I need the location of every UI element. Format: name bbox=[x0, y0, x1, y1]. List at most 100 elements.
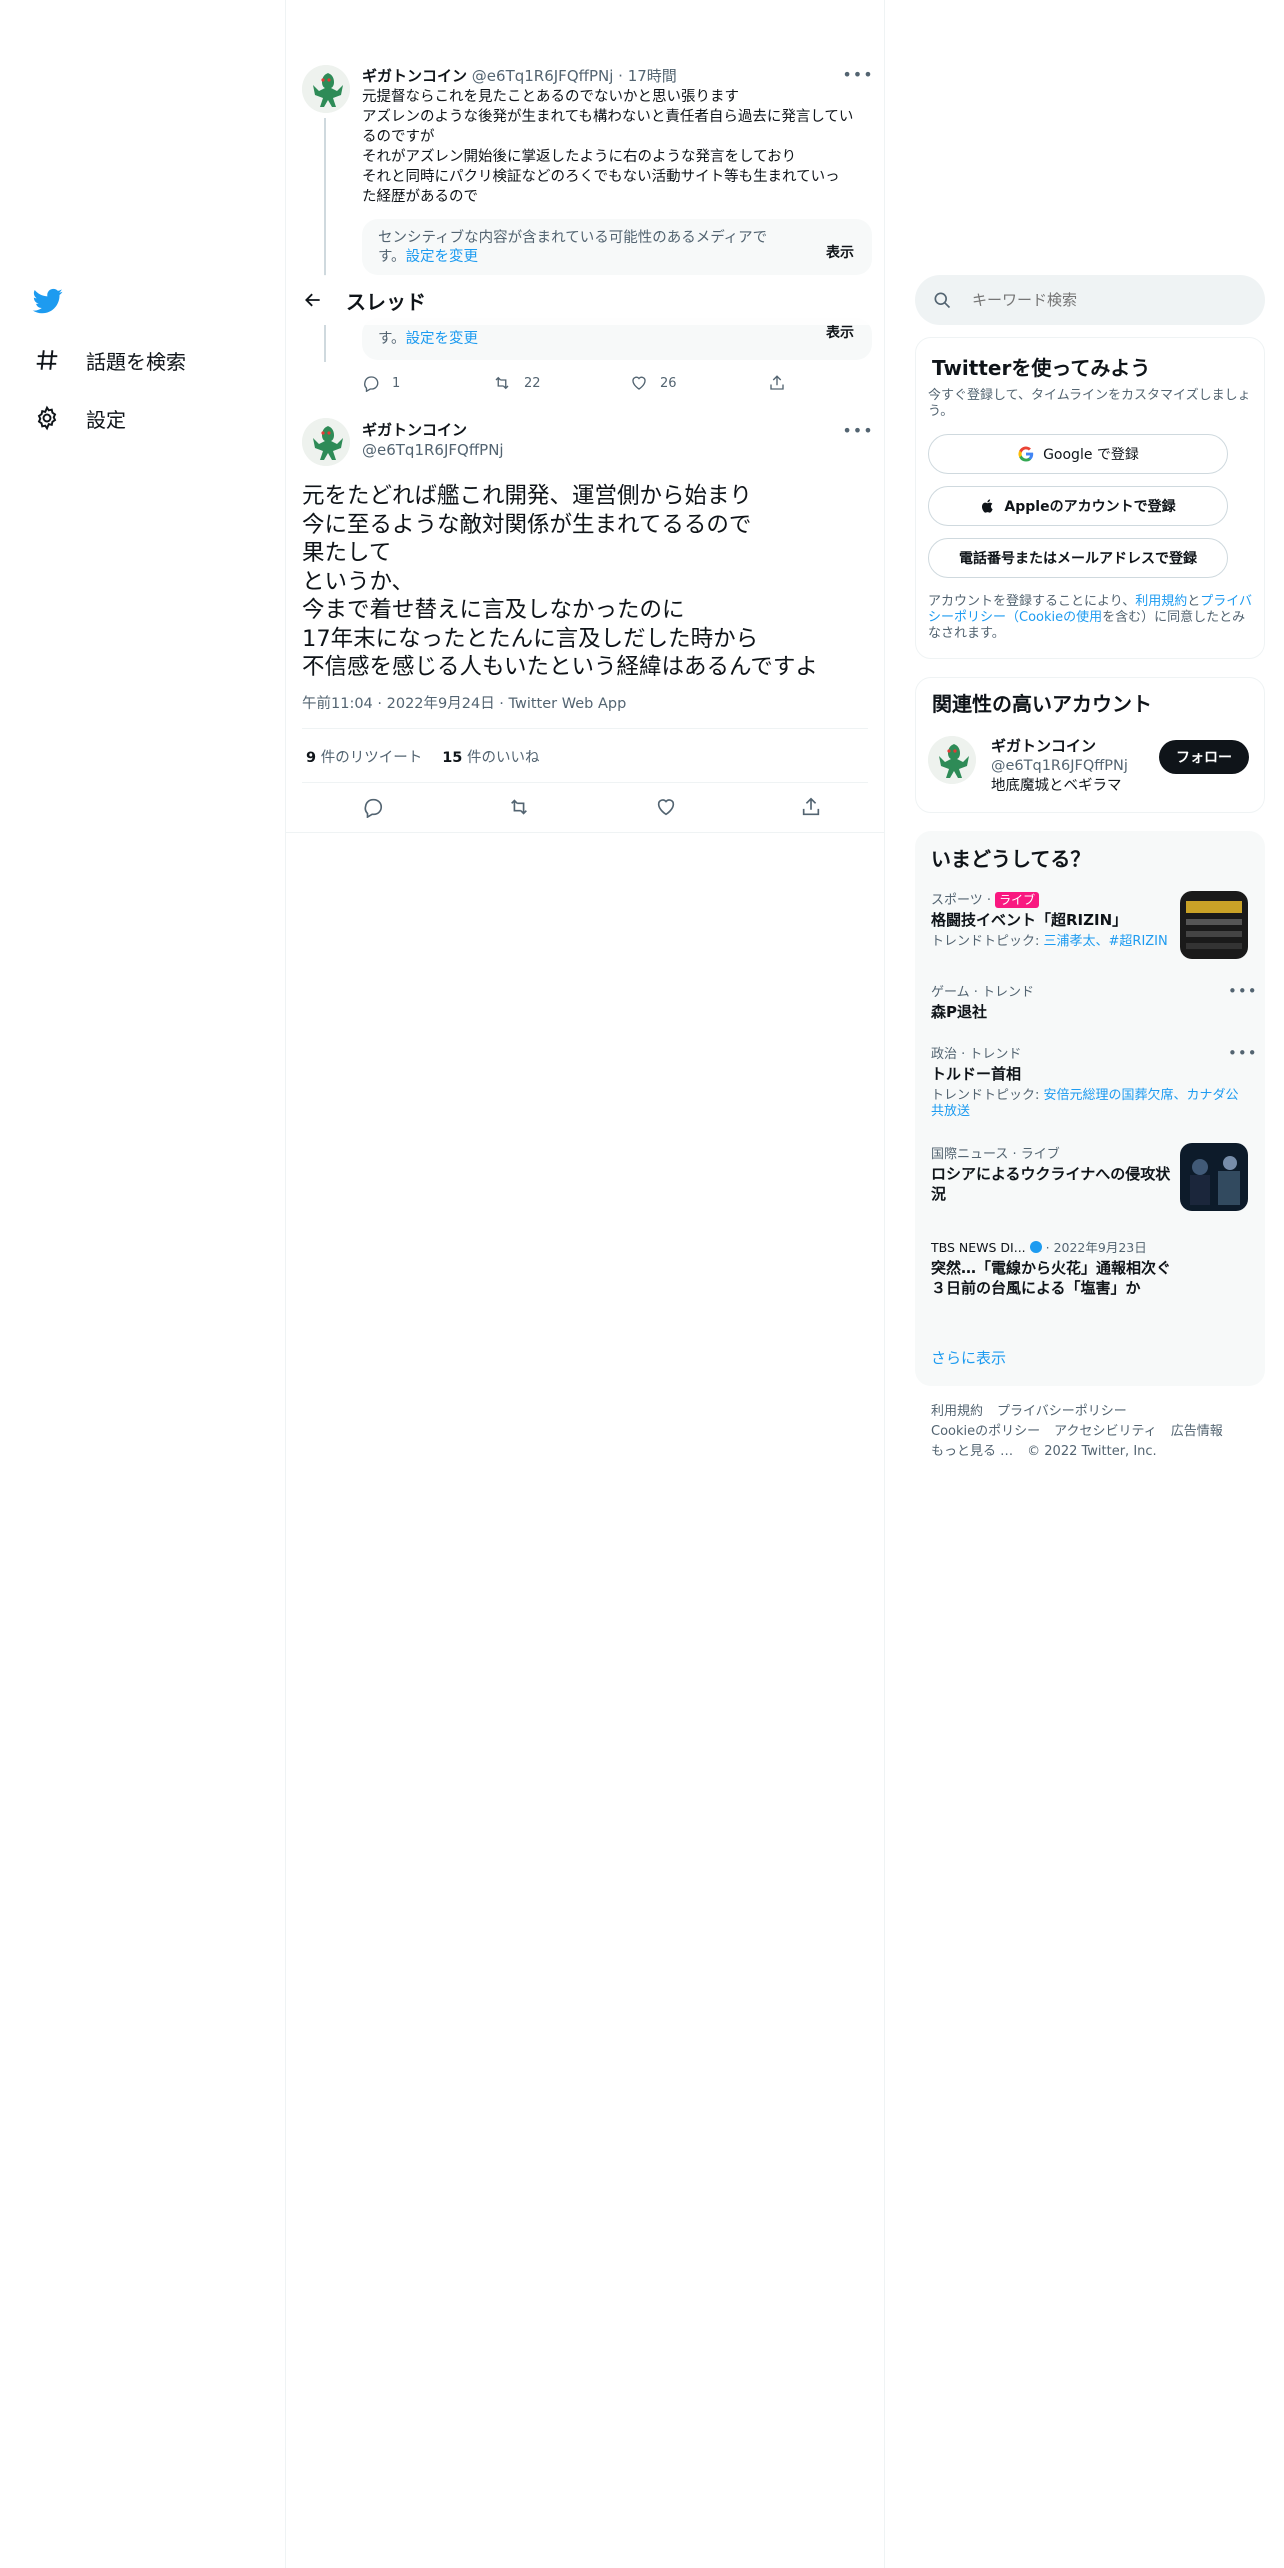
avatar[interactable] bbox=[302, 65, 350, 113]
live-badge: ライブ bbox=[995, 892, 1040, 908]
tweet-line: アズレンのような後発が生まれても構わないと責任者自ら過去に発言してい bbox=[362, 109, 854, 125]
sensitive-media-notice: センシティブな内容が含まれている可能性のあるメディアで す。設定を変更 表示 bbox=[362, 219, 872, 275]
footer-privacy-link[interactable]: プライバシーポリシー bbox=[997, 1404, 1127, 1419]
tweet-line: た経歴があるので bbox=[362, 189, 478, 205]
trend-thumbnail[interactable] bbox=[1180, 891, 1248, 959]
tweet-header: ギガトンコイン @e6Tq1R6JFQffPNj · 17時間 bbox=[362, 65, 677, 86]
change-settings-link[interactable]: 設定を変更 bbox=[406, 249, 479, 265]
signup-subtitle: 今すぐ登録して、タイムラインをカスタマイズしましょう。 bbox=[928, 388, 1251, 419]
google-icon bbox=[1018, 446, 1034, 462]
nav-settings-label: 設定 bbox=[86, 407, 126, 432]
footer-terms-link[interactable]: 利用規約 bbox=[931, 1404, 983, 1419]
retweet-icon bbox=[511, 799, 528, 815]
search-box[interactable] bbox=[915, 275, 1265, 325]
google-signup-button[interactable]: Google で登録 bbox=[928, 434, 1228, 474]
nav-explore-label: 話題を検索 bbox=[86, 349, 186, 374]
trend-topics: トレンドトピック: 安倍元総理の国葬欠席、カナダ公共放送 bbox=[931, 1088, 1251, 1120]
sensitive-text-line2: す。 bbox=[378, 249, 406, 265]
sensitive-text: センシティブな内容が含まれている可能性のあるメディアで す。設定を変更 bbox=[378, 229, 798, 267]
follow-button[interactable]: フォロー bbox=[1159, 740, 1249, 774]
trend-title: ロシアによるウクライナへの侵攻状況 bbox=[931, 1165, 1171, 1203]
trend-title: 突然…「電線から火花」通報相次ぐ ３日前の台風による「塩害」か bbox=[931, 1259, 1187, 1297]
apple-signup-label: Appleのアカウントで登録 bbox=[1004, 499, 1176, 515]
likes-stat[interactable]: 15 件のいいね bbox=[442, 746, 539, 767]
nav-explore[interactable]: 話題を検索 bbox=[32, 334, 186, 386]
tweet-time[interactable]: · 17時間 bbox=[618, 67, 677, 85]
divider bbox=[302, 782, 868, 783]
footer-cookie-link[interactable]: Cookieのポリシー bbox=[931, 1424, 1040, 1439]
trend-item[interactable]: スポーツ · ライブ 格闘技イベント「超RIZIN」 トレンドトピック: 三浦孝… bbox=[931, 889, 1171, 950]
sensitive-text-line: センシティブな内容が含まれている可能性のあるメディアで bbox=[378, 230, 768, 246]
tweet-line: 元提督ならこれを見たことあるのでないかと思い張ります bbox=[362, 89, 739, 105]
footer-accessibility-link[interactable]: アクセシビリティ bbox=[1054, 1424, 1157, 1439]
author-handle[interactable]: @e6Tq1R6JFQffPNj bbox=[362, 440, 504, 460]
main-tweet-header: ギガトンコイン @e6Tq1R6JFQffPNj bbox=[362, 420, 504, 460]
thread-line bbox=[324, 118, 326, 276]
search-input[interactable] bbox=[972, 291, 1252, 309]
likes-label: 件のいいね bbox=[467, 750, 540, 766]
show-media-button[interactable]: 表示 bbox=[826, 242, 854, 262]
related-name[interactable]: ギガトンコイン bbox=[991, 736, 1128, 756]
twitter-logo-icon[interactable] bbox=[31, 286, 65, 316]
legal-text: と bbox=[1187, 594, 1201, 609]
page-title: スレッド bbox=[346, 289, 426, 314]
show-more-link[interactable]: さらに表示 bbox=[931, 1347, 1006, 1368]
trend-thumbnail[interactable] bbox=[1180, 1143, 1248, 1211]
reply-count: 1 bbox=[392, 375, 401, 391]
more-options-icon[interactable]: ••• bbox=[842, 64, 872, 84]
verified-icon bbox=[1029, 1241, 1042, 1253]
trend-item[interactable]: 政治 · トレンド トルドー首相 トレンドトピック: 安倍元総理の国葬欠席、カナ… bbox=[931, 1043, 1251, 1120]
share-button[interactable] bbox=[768, 374, 786, 392]
reply-button[interactable]: 1 bbox=[362, 374, 492, 392]
search-icon bbox=[934, 292, 951, 309]
avatar[interactable] bbox=[928, 736, 976, 784]
signup-title: Twitterを使ってみよう bbox=[932, 356, 1151, 380]
footer-ads-link[interactable]: 広告情報 bbox=[1171, 1424, 1223, 1439]
footer-more-link[interactable]: もっと見る … bbox=[931, 1444, 1013, 1459]
topics-label: トレンドトピック: bbox=[931, 1088, 1044, 1103]
trend-item[interactable]: ゲーム · トレンド 森P退社 bbox=[931, 981, 1251, 1022]
phone-signup-button[interactable]: 電話番号またはメールアドレスで登録 bbox=[928, 538, 1228, 578]
related-handle[interactable]: @e6Tq1R6JFQffPNj bbox=[991, 756, 1128, 776]
change-settings-link[interactable]: 設定を変更 bbox=[406, 331, 479, 347]
trend-news-item[interactable]: TBS NEWS DI... · 2022年9月23日 突然…「電線から火花」通… bbox=[931, 1237, 1187, 1298]
legal-text: アカウントを登録することにより、 bbox=[928, 594, 1136, 609]
show-media-button[interactable]: 表示 bbox=[826, 322, 854, 342]
sensitive-text-lower: す。設定を変更 bbox=[378, 330, 798, 349]
tweet-timestamp[interactable]: 午前11:04 · 2022年9月24日 · Twitter Web App bbox=[302, 692, 626, 713]
avatar[interactable] bbox=[302, 418, 350, 466]
back-arrow-icon[interactable] bbox=[296, 283, 330, 317]
apple-signup-button[interactable]: Appleのアカウントで登録 bbox=[928, 486, 1228, 526]
right-divider bbox=[884, 0, 885, 2568]
author-name[interactable]: ギガトンコイン bbox=[362, 420, 504, 440]
retweet-button[interactable]: 22 bbox=[492, 374, 630, 392]
trend-item[interactable]: 国際ニュース · ライブ ロシアによるウクライナへの侵攻状況 bbox=[931, 1143, 1171, 1204]
heart-icon bbox=[657, 799, 674, 816]
main-column: ギガトンコイン @e6Tq1R6JFQffPNj · 17時間 ••• 元提督な… bbox=[286, 0, 884, 2568]
author-name[interactable]: ギガトンコイン bbox=[362, 67, 467, 85]
like-button[interactable]: 26 bbox=[630, 374, 768, 392]
author-handle[interactable]: @e6Tq1R6JFQffPNj bbox=[472, 67, 614, 85]
news-date: · 2022年9月23日 bbox=[1045, 1240, 1147, 1255]
trend-more-icon[interactable]: ••• bbox=[1228, 1044, 1258, 1062]
topics-links[interactable]: 三浦孝太、#超RIZIN bbox=[1044, 934, 1168, 949]
hashtag-icon bbox=[32, 345, 62, 375]
more-options-icon[interactable]: ••• bbox=[842, 420, 872, 440]
apple-icon bbox=[982, 499, 994, 513]
nav-settings[interactable]: 設定 bbox=[32, 392, 126, 444]
trend-more-icon[interactable]: ••• bbox=[1228, 982, 1258, 1000]
trend-title: 格闘技イベント「超RIZIN」 bbox=[931, 911, 1128, 929]
retweet-count: 22 bbox=[524, 375, 541, 391]
reply-button[interactable] bbox=[362, 796, 384, 822]
related-account-info: ギガトンコイン @e6Tq1R6JFQffPNj 地底魔城とベギラマ bbox=[991, 736, 1128, 796]
sensitive-text-line2: す。 bbox=[378, 331, 406, 347]
trend-category: ゲーム · トレンド bbox=[931, 985, 1035, 1000]
related-bio: 地底魔城とベギラマ bbox=[991, 778, 1122, 794]
like-button[interactable] bbox=[655, 796, 677, 822]
retweet-button[interactable] bbox=[507, 796, 531, 822]
retweets-stat[interactable]: 9 件のリツイート bbox=[306, 746, 422, 767]
terms-link[interactable]: 利用規約 bbox=[1135, 594, 1187, 609]
topics-label: トレンドトピック: bbox=[931, 934, 1044, 949]
tweet-actions: 1 22 26 bbox=[362, 374, 842, 392]
share-button[interactable] bbox=[800, 796, 822, 822]
